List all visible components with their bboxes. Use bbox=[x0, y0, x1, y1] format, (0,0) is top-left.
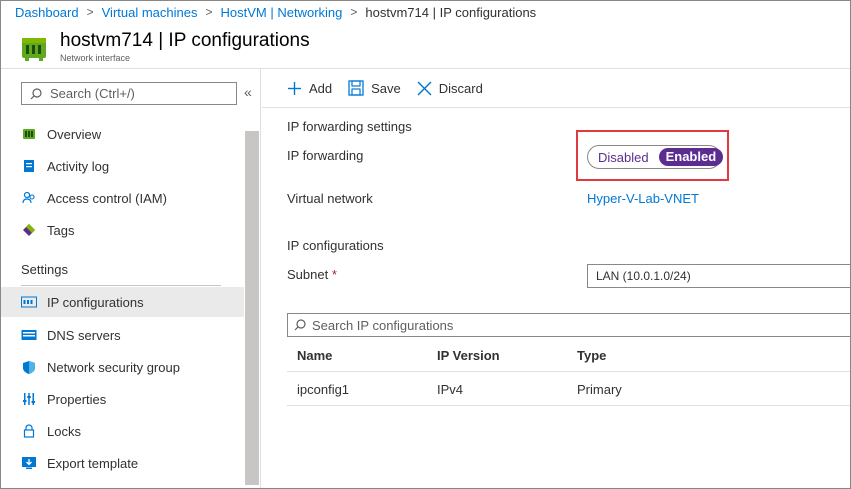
required-asterisk: * bbox=[331, 267, 337, 282]
export-icon bbox=[21, 455, 37, 471]
sidebar-item-label: Overview bbox=[47, 126, 102, 142]
breadcrumb-dashboard[interactable]: Dashboard bbox=[15, 5, 79, 20]
toggle-option-disabled[interactable]: Disabled bbox=[590, 150, 657, 165]
sidebar-item-label: Tags bbox=[47, 222, 75, 238]
page-subtitle: Network interface bbox=[60, 53, 131, 63]
subnet-select[interactable]: LAN (10.0.1.0/24) bbox=[587, 264, 851, 288]
add-button[interactable]: Add bbox=[287, 81, 332, 96]
command-bar-divider bbox=[262, 107, 850, 108]
sidebar-item-export-template[interactable]: Export template bbox=[1, 448, 244, 478]
save-button-label: Save bbox=[371, 80, 401, 96]
chevron-right-icon: > bbox=[350, 5, 358, 19]
add-button-label: Add bbox=[309, 80, 333, 96]
lock-icon bbox=[21, 423, 37, 439]
toggle-option-enabled[interactable]: Enabled bbox=[658, 148, 724, 166]
sidebar: Search (Ctrl+/) « Overview Activity log … bbox=[1, 69, 261, 488]
search-icon bbox=[30, 87, 42, 99]
ip-forwarding-toggle[interactable]: Disabled Enabled bbox=[587, 145, 724, 169]
ip-config-search-placeholder: Search IP configurations bbox=[312, 317, 454, 333]
sidebar-item-network-security-group[interactable]: Network security group bbox=[1, 352, 244, 382]
sidebar-item-label: Export template bbox=[47, 455, 139, 471]
column-header-name[interactable]: Name bbox=[297, 348, 332, 363]
sidebar-search-placeholder: Search (Ctrl+/) bbox=[50, 86, 135, 101]
save-icon bbox=[348, 80, 364, 96]
iam-icon bbox=[21, 190, 37, 206]
search-icon bbox=[294, 319, 306, 331]
breadcrumb-hostvm-networking[interactable]: HostVM | Networking bbox=[221, 5, 343, 20]
breadcrumb-virtual-machines[interactable]: Virtual machines bbox=[102, 5, 198, 20]
ip-config-search-input[interactable]: Search IP configurations bbox=[287, 313, 851, 337]
breadcrumb-current: hostvm714 | IP configurations bbox=[365, 4, 537, 20]
sidebar-item-label: Properties bbox=[47, 391, 107, 407]
sidebar-item-dns-servers[interactable]: DNS servers bbox=[1, 320, 244, 350]
close-icon bbox=[417, 81, 432, 96]
sidebar-item-label: DNS servers bbox=[47, 327, 121, 343]
sidebar-item-label: Network security group bbox=[47, 359, 180, 375]
cell-ip-version: IPv4 bbox=[437, 382, 464, 397]
collapse-sidebar-button[interactable]: « bbox=[244, 84, 252, 100]
cell-name[interactable]: ipconfig1 bbox=[297, 382, 349, 397]
properties-icon bbox=[21, 391, 37, 407]
chevron-right-icon: > bbox=[205, 5, 213, 19]
sidebar-section-settings: Settings bbox=[21, 262, 68, 277]
dns-icon bbox=[21, 327, 37, 343]
sidebar-item-label: Activity log bbox=[47, 158, 110, 174]
shield-icon bbox=[21, 359, 37, 375]
column-header-ip-version[interactable]: IP Version bbox=[437, 348, 500, 363]
sidebar-item-tags[interactable]: Tags bbox=[1, 215, 244, 245]
virtual-network-label: Virtual network bbox=[287, 191, 373, 206]
table-row-divider bbox=[287, 405, 850, 406]
sidebar-item-overview[interactable]: Overview bbox=[1, 119, 244, 149]
sidebar-item-label: Locks bbox=[47, 423, 81, 439]
subnet-label: Subnet * bbox=[287, 267, 337, 282]
cell-type: Primary bbox=[577, 382, 622, 397]
network-interface-icon bbox=[22, 38, 46, 61]
ip-config-icon bbox=[21, 294, 37, 310]
section-divider bbox=[21, 285, 221, 286]
discard-button-label: Discard bbox=[438, 80, 483, 96]
sidebar-item-locks[interactable]: Locks bbox=[1, 416, 244, 446]
chevron-right-icon: > bbox=[86, 5, 94, 19]
table-header-divider bbox=[287, 371, 850, 372]
overview-icon bbox=[21, 126, 37, 142]
plus-icon bbox=[287, 81, 302, 96]
sidebar-search-input[interactable]: Search (Ctrl+/) bbox=[21, 82, 237, 105]
sidebar-scrollbar[interactable] bbox=[245, 131, 259, 485]
save-button[interactable]: Save bbox=[348, 80, 401, 96]
sidebar-item-activity-log[interactable]: Activity log bbox=[1, 151, 244, 181]
virtual-network-link[interactable]: Hyper-V-Lab-VNET bbox=[587, 191, 699, 206]
ip-configurations-heading: IP configurations bbox=[287, 238, 384, 253]
tag-icon bbox=[21, 222, 37, 238]
column-header-type[interactable]: Type bbox=[577, 348, 606, 363]
page-title: hostvm714 | IP configurations bbox=[60, 30, 310, 51]
page-header: hostvm714 | IP configurations Network in… bbox=[20, 30, 310, 63]
breadcrumb: Dashboard > Virtual machines > HostVM | … bbox=[15, 4, 536, 20]
ip-forwarding-label: IP forwarding bbox=[287, 148, 364, 163]
sidebar-item-ip-configurations[interactable]: IP configurations bbox=[1, 287, 244, 317]
sidebar-item-label: Access control (IAM) bbox=[47, 190, 167, 206]
activity-log-icon bbox=[21, 158, 37, 174]
sidebar-item-label: IP configurations bbox=[47, 294, 144, 310]
sidebar-item-properties[interactable]: Properties bbox=[1, 384, 244, 414]
discard-button[interactable]: Discard bbox=[417, 81, 483, 96]
subnet-label-text: Subnet bbox=[287, 267, 329, 282]
command-bar: Add Save Discard bbox=[287, 80, 499, 96]
sidebar-item-access-control[interactable]: Access control (IAM) bbox=[1, 183, 244, 213]
ip-forwarding-heading: IP forwarding settings bbox=[287, 119, 412, 134]
